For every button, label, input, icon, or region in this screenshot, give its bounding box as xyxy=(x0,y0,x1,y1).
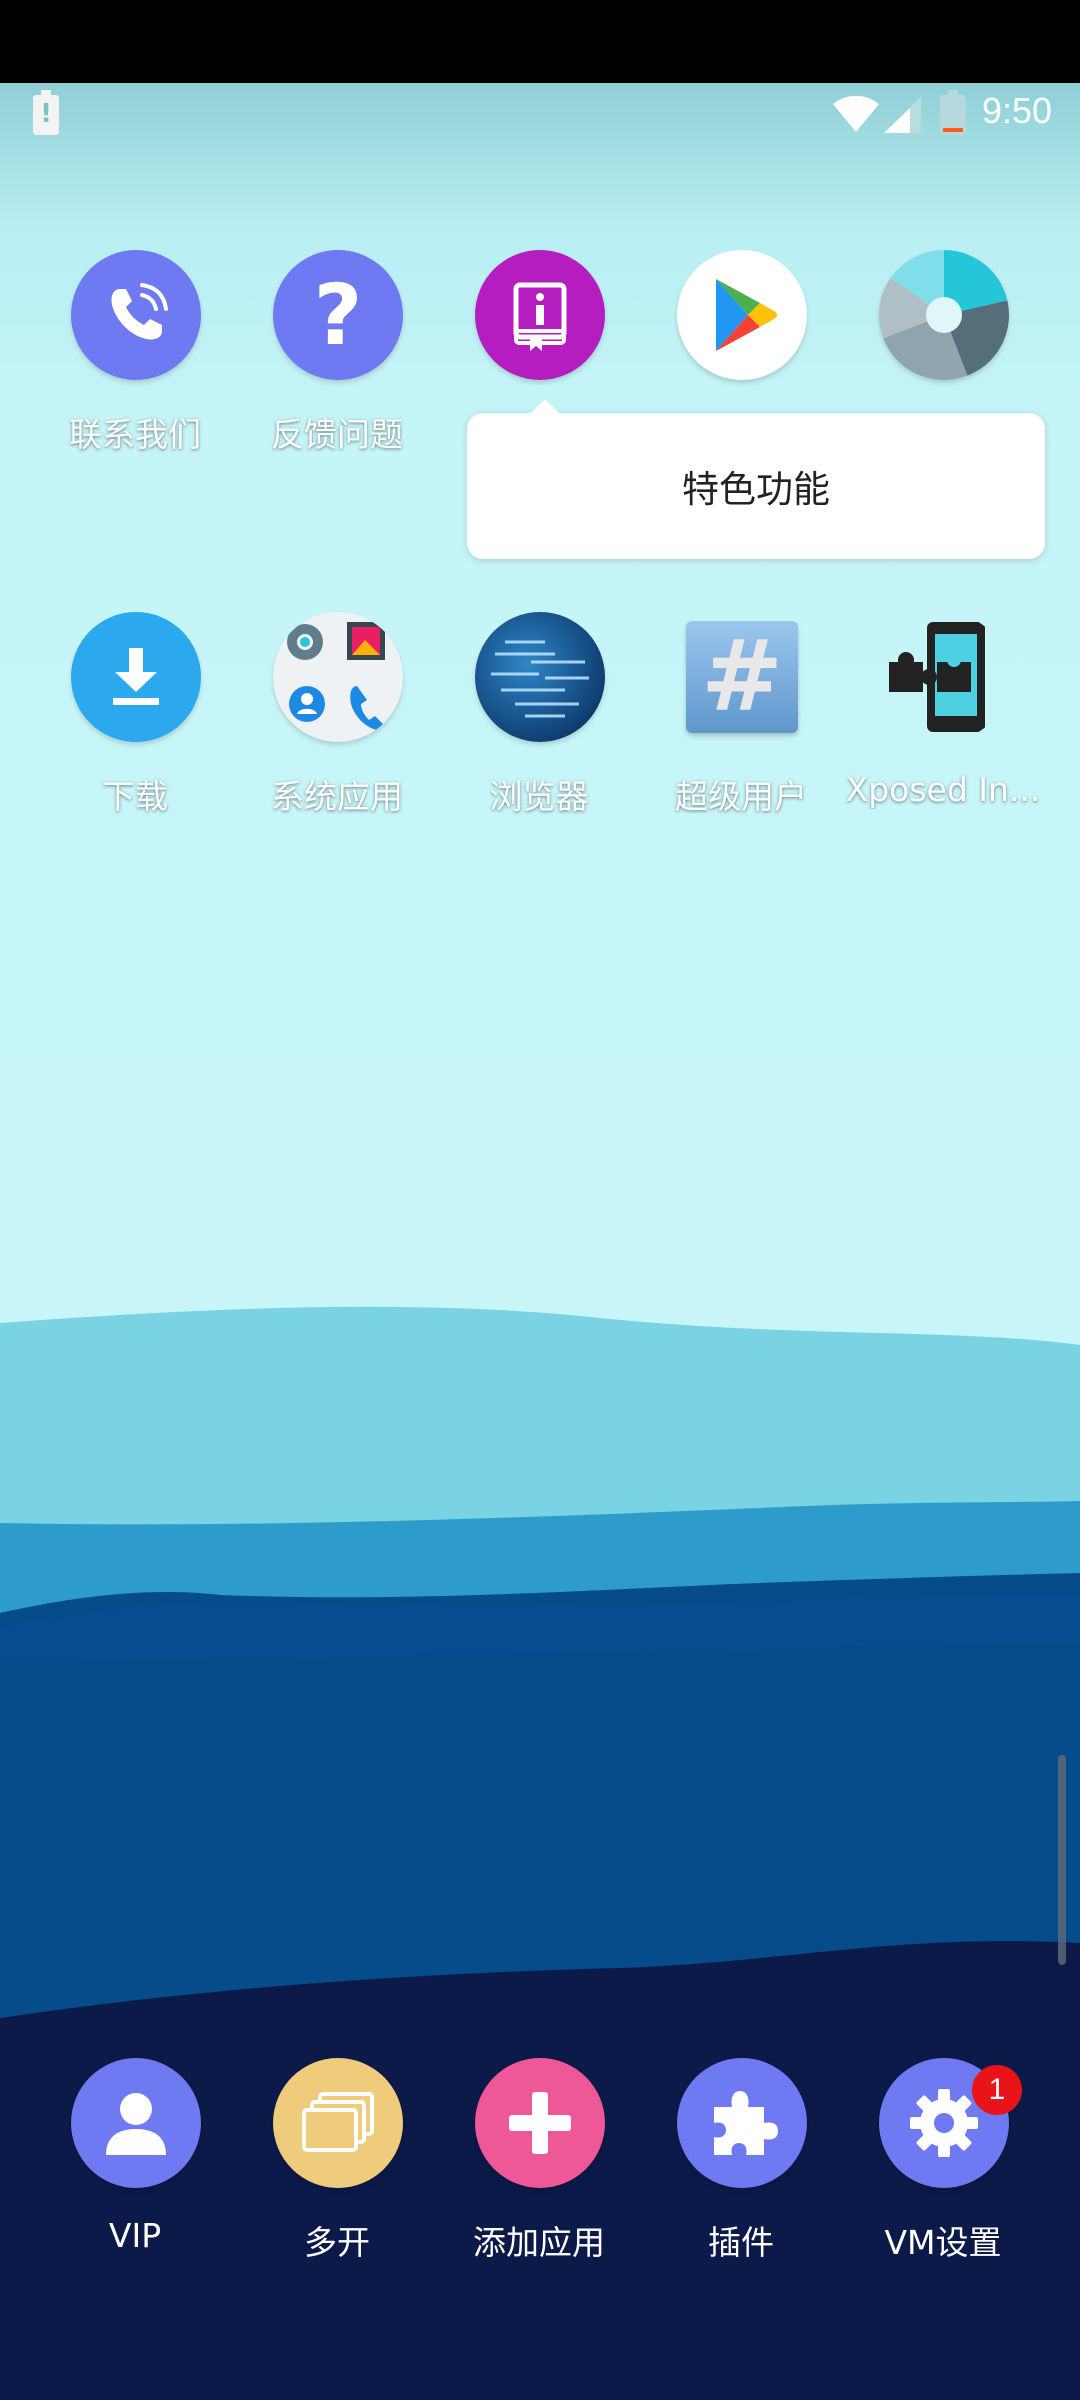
plus-icon xyxy=(475,2058,605,2188)
context-popup: 特色功能 xyxy=(467,399,1045,559)
notification-badge: 1 xyxy=(972,2065,1022,2115)
camera-shutter-icon xyxy=(879,250,1009,380)
app-label: 系统应用 xyxy=(271,777,403,816)
top-bezel xyxy=(0,0,1080,83)
download-icon xyxy=(71,612,201,742)
app-label: 浏览器 xyxy=(489,777,589,816)
question-icon: ? xyxy=(273,250,403,380)
battery-low-icon xyxy=(940,90,966,135)
wifi-icon xyxy=(833,95,879,132)
book-info-icon xyxy=(475,250,605,380)
dock-label: 添加应用 xyxy=(473,2223,605,2262)
stacked-windows-icon xyxy=(273,2058,403,2188)
dock-label: 插件 xyxy=(708,2223,774,2262)
dock-label: 多开 xyxy=(304,2223,370,2262)
system-apps-icon xyxy=(273,612,403,742)
user-icon xyxy=(71,2058,201,2188)
app-label: 联系我们 xyxy=(69,415,201,454)
battery-alert-icon: ! xyxy=(33,90,59,135)
popup-item-features[interactable]: 特色功能 xyxy=(467,413,1045,559)
puzzle-icon xyxy=(677,2058,807,2188)
globe-icon xyxy=(475,612,605,742)
status-clock: 9:50 xyxy=(982,90,1053,131)
app-label: 下载 xyxy=(102,777,168,816)
hash-icon: # xyxy=(677,612,807,742)
app-label: 超级用户 xyxy=(675,777,807,816)
cell-signal-icon xyxy=(884,97,921,133)
app-label: Xposed In... xyxy=(845,770,1041,809)
puzzle-phone-icon xyxy=(879,612,1009,742)
app-label: 反馈问题 xyxy=(271,415,403,454)
dock-label: VM设置 xyxy=(884,2223,1002,2262)
phone-icon xyxy=(71,250,201,380)
dock-label: VIP xyxy=(108,2216,162,2255)
play-store-icon xyxy=(677,250,807,380)
scrollbar-thumb[interactable] xyxy=(1058,1755,1066,1965)
